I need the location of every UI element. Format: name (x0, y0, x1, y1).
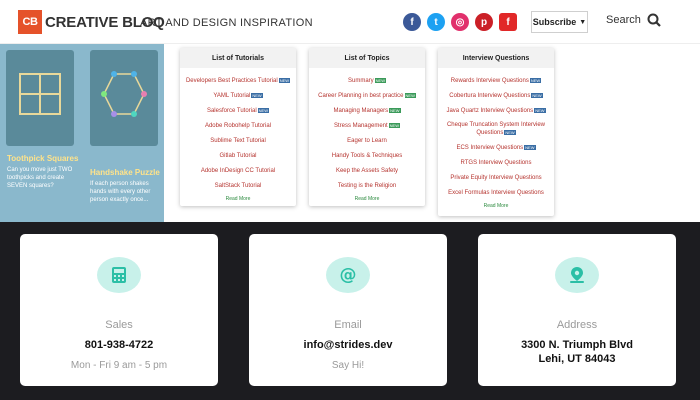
list-item[interactable]: Testing is the Religion (309, 179, 425, 194)
calculator-icon (97, 257, 141, 293)
interview-card: Interview Questions Rewards Interview Qu… (438, 48, 554, 216)
site-tagline: ART AND DESIGN INSPIRATION (140, 17, 313, 29)
subscribe-button[interactable]: Subscribe ▼ (531, 11, 588, 33)
sales-phone[interactable]: 801-938-4722 (20, 338, 218, 352)
facebook-icon[interactable]: f (403, 13, 421, 31)
flipboard-icon[interactable]: f (499, 13, 517, 31)
page: CB CREATIVE BLOQ ART AND DESIGN INSPIRAT… (0, 0, 700, 400)
tutorials-read-more-link[interactable]: Read More (180, 196, 296, 202)
new-badge: NEW (374, 77, 386, 83)
interview-list: Rewards Interview Questions NEW Cobertura… (438, 74, 554, 201)
social-links: f t ◎ p f (403, 13, 517, 31)
new-badge: NEW (389, 107, 401, 113)
list-item[interactable]: Rewards Interview Questions NEW (438, 74, 554, 89)
address-line-1: 3300 N. Triumph Blvd (521, 339, 633, 351)
interview-read-more-link[interactable]: Read More (438, 203, 554, 209)
subscribe-label: Subscribe (532, 17, 577, 27)
toothpick-puzzle-image[interactable] (6, 50, 74, 146)
search-label: Search (606, 14, 641, 26)
topics-card: List of Topics Summary NEW Career Plannin… (309, 48, 425, 206)
toothpick-puzzle-title[interactable]: Toothpick Squares (7, 154, 78, 163)
email-card: @ Email info@strides.dev Say Hi! (249, 234, 447, 386)
map-pin-icon (555, 257, 599, 293)
pinterest-icon[interactable]: p (475, 13, 493, 31)
handshake-puzzle-desc: If each person shakes hands with every o… (90, 181, 151, 203)
contact-section: Sales 801-938-4722 Mon - Fri 9 am - 5 pm… (0, 222, 700, 400)
puzzle-panel: Toothpick Squares Can you move just TWO … (0, 44, 164, 222)
list-item[interactable]: SaltStack Tutorial (180, 179, 296, 194)
logo-badge: CB (18, 10, 42, 34)
site-header: CB CREATIVE BLOQ ART AND DESIGN INSPIRAT… (0, 0, 700, 44)
address-text[interactable]: 3300 N. Triumph Blvd Lehi, UT 84043 (478, 338, 676, 366)
list-item[interactable]: ECS Interview Questions NEW (438, 141, 554, 156)
sales-card: Sales 801-938-4722 Mon - Fri 9 am - 5 pm (20, 234, 218, 386)
sales-hours: Mon - Fri 9 am - 5 pm (70, 360, 168, 371)
list-item[interactable]: Adobe InDesign CC Tutorial (180, 164, 296, 179)
interview-title: Interview Questions (438, 48, 554, 68)
twitter-icon[interactable]: t (427, 13, 445, 31)
list-item[interactable]: Gitlab Tutorial (180, 149, 296, 164)
list-item[interactable]: Cheque Truncation System Interview Quest… (438, 119, 554, 141)
new-badge: NEW (404, 92, 416, 98)
new-badge: NEW (529, 77, 542, 83)
list-item[interactable]: Excel Formulas Interview Questions (438, 186, 554, 201)
address-card: Address 3300 N. Triumph Blvd Lehi, UT 84… (478, 234, 676, 386)
handshake-hexagon-icon (101, 71, 147, 117)
toothpick-puzzle-desc: Can you move just TWO toothpicks and cre… (7, 167, 73, 189)
list-item[interactable]: Keep the Assets Safety (309, 164, 425, 179)
list-item[interactable]: Developers Best Practices Tutorial NEW (180, 74, 296, 89)
tutorials-card: List of Tutorials Developers Best Practi… (180, 48, 296, 206)
handshake-puzzle-image[interactable] (90, 50, 158, 146)
search-icon (647, 13, 661, 27)
address-label: Address (556, 319, 598, 331)
new-badge: NEW (531, 92, 543, 98)
handshake-puzzle-title[interactable]: Handshake Puzzle (90, 168, 160, 177)
search-button[interactable]: Search (606, 13, 661, 27)
chevron-down-icon: ▼ (579, 18, 587, 26)
new-badge: NEW (278, 77, 291, 83)
new-badge: NEW (534, 107, 546, 113)
list-item[interactable]: Stress Management NEW (309, 119, 425, 134)
email-subtext: Say Hi! (331, 360, 365, 371)
new-badge: NEW (388, 122, 401, 128)
list-item[interactable]: Sublime Text Tutorial (180, 134, 296, 149)
toothpick-grid-icon (19, 73, 61, 115)
tutorials-title: List of Tutorials (180, 48, 296, 68)
topics-list: Summary NEW Career Planning in best pract… (309, 74, 425, 194)
list-item[interactable]: Summary NEW (309, 74, 425, 89)
new-badge: NEW (504, 129, 516, 135)
list-item[interactable]: Managing Managers NEW (309, 104, 425, 119)
list-item[interactable]: Salesforce Tutorial NEW (180, 104, 296, 119)
list-item[interactable]: Eager to Learn (309, 134, 425, 149)
address-line-2: Lehi, UT 84043 (538, 353, 616, 365)
sales-label: Sales (105, 319, 133, 331)
email-label: Email (334, 319, 362, 331)
new-badge: NEW (524, 144, 536, 150)
new-badge: NEW (251, 92, 263, 98)
new-badge: NEW (257, 107, 270, 113)
list-item[interactable]: Java Quartz Interview Questions NEW (438, 104, 554, 119)
instagram-icon[interactable]: ◎ (451, 13, 469, 31)
list-item[interactable]: Cobertura Interview Questions NEW (438, 89, 554, 104)
list-item[interactable]: RTGS Interview Questions (438, 156, 554, 171)
list-item[interactable]: Handy Tools & Techniques (309, 149, 425, 164)
tutorials-list: Developers Best Practices Tutorial NEW YA… (180, 74, 296, 194)
topics-title: List of Topics (309, 48, 425, 68)
at-sign-icon: @ (326, 257, 370, 293)
list-item[interactable]: YAML Tutorial NEW (180, 89, 296, 104)
list-item[interactable]: Adobe Robohelp Tutorial (180, 119, 296, 134)
email-address[interactable]: info@strides.dev (249, 338, 447, 352)
list-item[interactable]: Private Equity Interview Questions (438, 171, 554, 186)
topics-read-more-link[interactable]: Read More (309, 196, 425, 202)
list-item[interactable]: Career Planning in best practice NEW (309, 89, 425, 104)
